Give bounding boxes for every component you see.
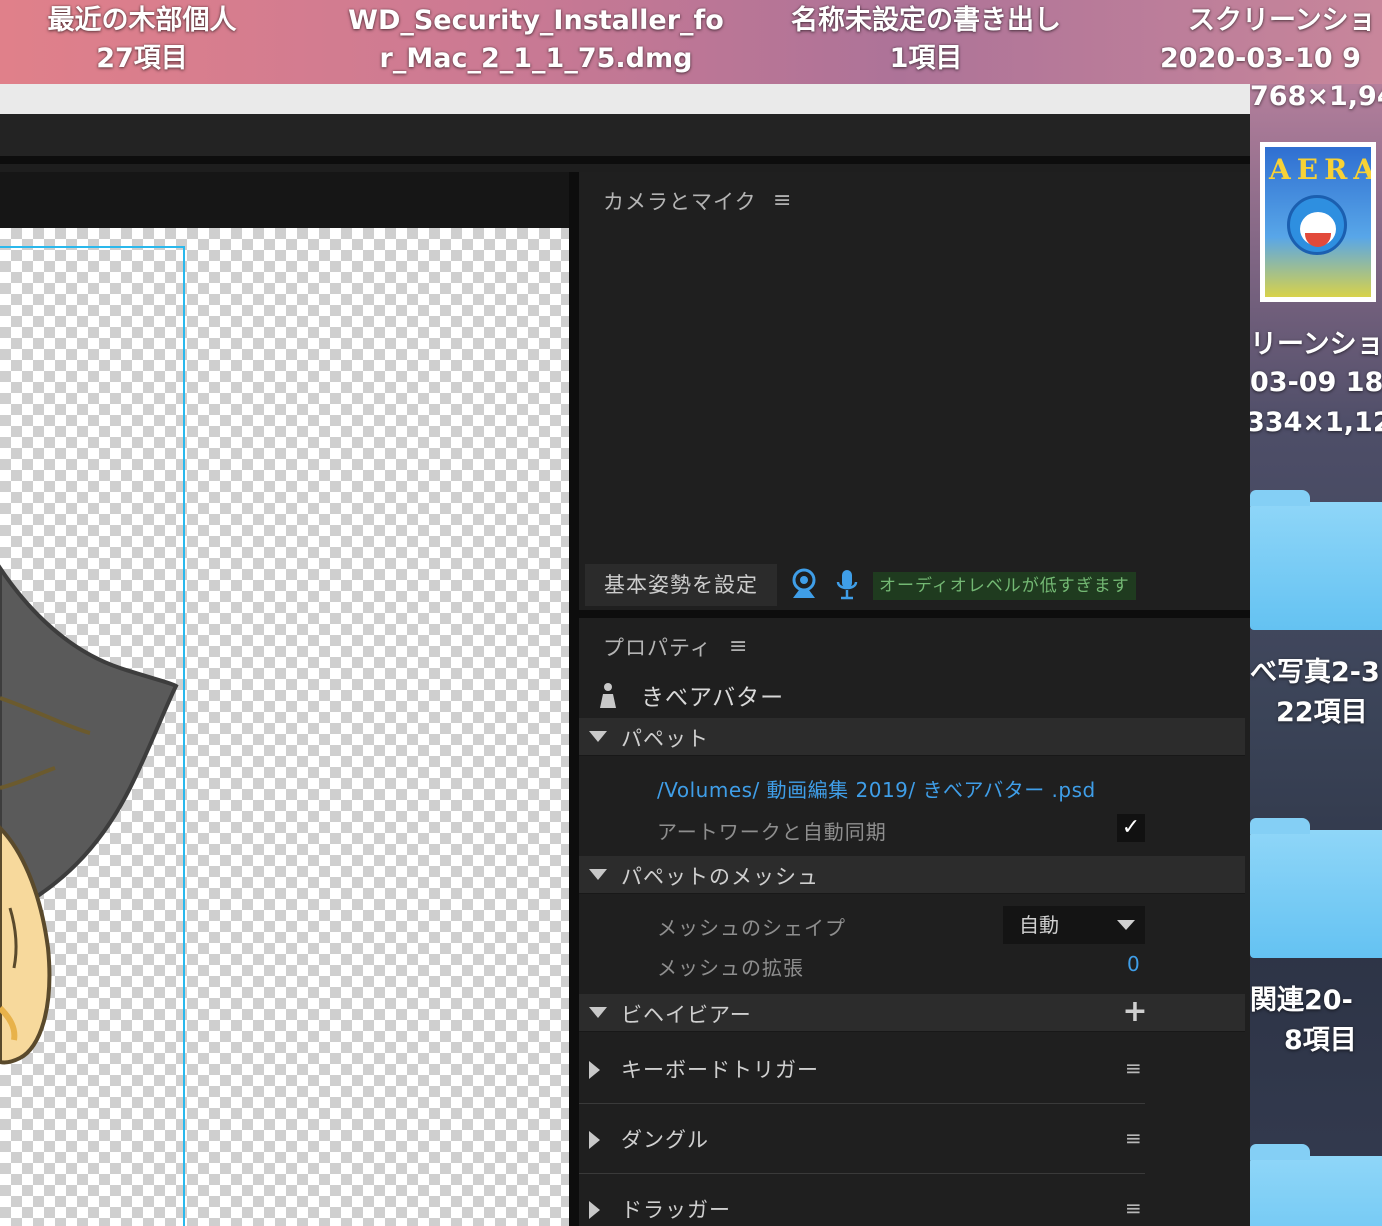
properties-panel: プロパティ ≡ きべアバター パペット /Volumes/ 動画編集 2019/… [579,618,1250,1226]
behavior-label: キーボードトリガー [621,1058,819,1082]
puppet-name: きべアバター [641,685,785,711]
puppet-artwork-image [0,564,179,1065]
set-rest-pose-button[interactable]: 基本姿勢を設定 [585,564,777,606]
audio-level-warning: オーディオレベルが低すぎます [873,572,1136,600]
behavior-menu-icon[interactable]: ≡ [1125,1196,1142,1220]
sync-artwork-label: アートワークと自動同期 [657,820,887,844]
app-toolbar [0,114,1250,164]
desktop-item-sub: 2020-03-10 9 [1160,43,1361,74]
puppet-file-path-link[interactable]: /Volumes/ 動画編集 2019/ きべアバター .psd [657,774,1096,803]
behavior-row-dangle[interactable]: ダングル ≡ [579,1104,1145,1174]
desktop-item-screenshot2-date: 03-09 18 [1250,367,1382,398]
camera-panel-menu-icon[interactable]: ≡ [773,190,791,212]
collapse-triangle-icon[interactable] [589,1007,607,1018]
mesh-shape-value: 自動 [1019,913,1059,937]
mesh-shape-label: メッシュのシェイプ [657,916,846,940]
behavior-label: ダングル [621,1128,709,1152]
panel-divider-horizontal[interactable] [579,610,1250,618]
scene-panel-header [0,172,570,228]
desktop-item-folder1-sub: 22項目 [1276,697,1368,728]
expand-triangle-icon[interactable] [589,1061,600,1079]
behavior-menu-icon[interactable]: ≡ [1125,1126,1142,1150]
desktop-item-screenshot2-name[interactable]: リーンショ [1250,326,1382,364]
desktop-item-screenshot[interactable]: スクリーンショ 2020-03-10 9 [1160,2,1382,78]
microphone-icon[interactable] [835,568,859,600]
expand-triangle-icon[interactable] [589,1201,600,1219]
desktop-item-name: WD_Security_Installer_fo [348,5,724,36]
add-behavior-button[interactable]: + [1121,997,1149,1027]
behavior-row-dragger[interactable]: ドラッガー ≡ [579,1174,1145,1226]
section-header-puppet-mesh[interactable]: パペットのメッシュ [579,856,1245,894]
collapse-triangle-icon[interactable] [589,731,607,742]
desktop-item-wd-dmg[interactable]: WD_Security_Installer_fo r_Mac_2_1_1_75.… [340,2,732,78]
webcam-icon[interactable] [789,568,819,600]
desktop-top-strip: 最近の木部個人 27項目 WD_Security_Installer_fo r_… [0,0,1382,84]
section-label: パペット [621,727,709,751]
sync-artwork-checkbox[interactable]: ✓ [1117,814,1145,842]
expand-triangle-icon[interactable] [589,1131,600,1149]
desktop-item-name: スクリーンショ [1188,5,1376,36]
desktop-item-name: 最近の木部個人 [47,5,237,36]
collapse-triangle-icon[interactable] [589,869,607,880]
camera-mic-panel: カメラとマイク ≡ 基本姿勢を設定 オーディオレベルが低すぎます [579,172,1250,610]
section-header-behaviors[interactable]: ビヘイビアー + [579,994,1245,1032]
behavior-menu-icon[interactable]: ≡ [1125,1056,1142,1080]
camera-panel-title: カメラとマイク [603,190,757,214]
section-label: パペットのメッシュ [621,865,819,889]
magazine-cover-image: AERA [1265,147,1371,297]
puppet-person-icon [600,683,616,708]
desktop-item-untitled-export[interactable]: 名称未設定の書き出し 1項目 [770,2,1082,78]
desktop-item-folder2-sub: 8項目 [1284,1025,1357,1056]
desktop-item-screenshot2-dims: 334×1,128 [1250,407,1382,438]
section-label: ビヘイビアー [621,1003,752,1027]
folder-icon[interactable] [1250,818,1382,958]
behavior-label: ドラッガー [621,1198,731,1222]
desktop-item-sub: r_Mac_2_1_1_75.dmg [379,43,693,74]
panel-divider[interactable] [569,172,579,1226]
desktop-item-name: 名称未設定の書き出し [791,5,1061,36]
behavior-row-keyboard-triggers[interactable]: キーボードトリガー ≡ [579,1034,1145,1104]
properties-panel-title: プロパティ [603,636,712,660]
window-title-bar [0,84,1250,114]
desktop-right-strip: 768×1,94 AERA リーンショ 03-09 18 334×1,128 べ… [1250,84,1382,1226]
desktop-item-sub: 27項目 [96,43,188,74]
folder-icon[interactable] [1250,1144,1382,1226]
desktop-item-sub: 1項目 [889,43,963,74]
section-header-puppet[interactable]: パペット [579,718,1245,756]
mesh-shape-dropdown[interactable]: 自動 [1003,906,1145,944]
magazine-thumbnail[interactable]: AERA [1260,142,1376,302]
scene-canvas[interactable] [0,228,569,1226]
desktop-item-folder1-name[interactable]: べ写真2-3 [1250,654,1380,692]
properties-panel-menu-icon[interactable]: ≡ [729,636,747,658]
desktop-item-dimensions: 768×1,94 [1250,84,1382,112]
mesh-expansion-label: メッシュの拡張 [657,956,804,980]
desktop-item-folder2-name[interactable]: 関連20- [1250,982,1353,1020]
mesh-expansion-value[interactable]: 0 [1127,952,1140,976]
folder-icon[interactable] [1250,490,1382,630]
chevron-down-icon [1117,920,1135,930]
magazine-logo: AERA [1269,153,1371,186]
desktop-item-recent-folder[interactable]: 最近の木部個人 27項目 [30,2,254,78]
